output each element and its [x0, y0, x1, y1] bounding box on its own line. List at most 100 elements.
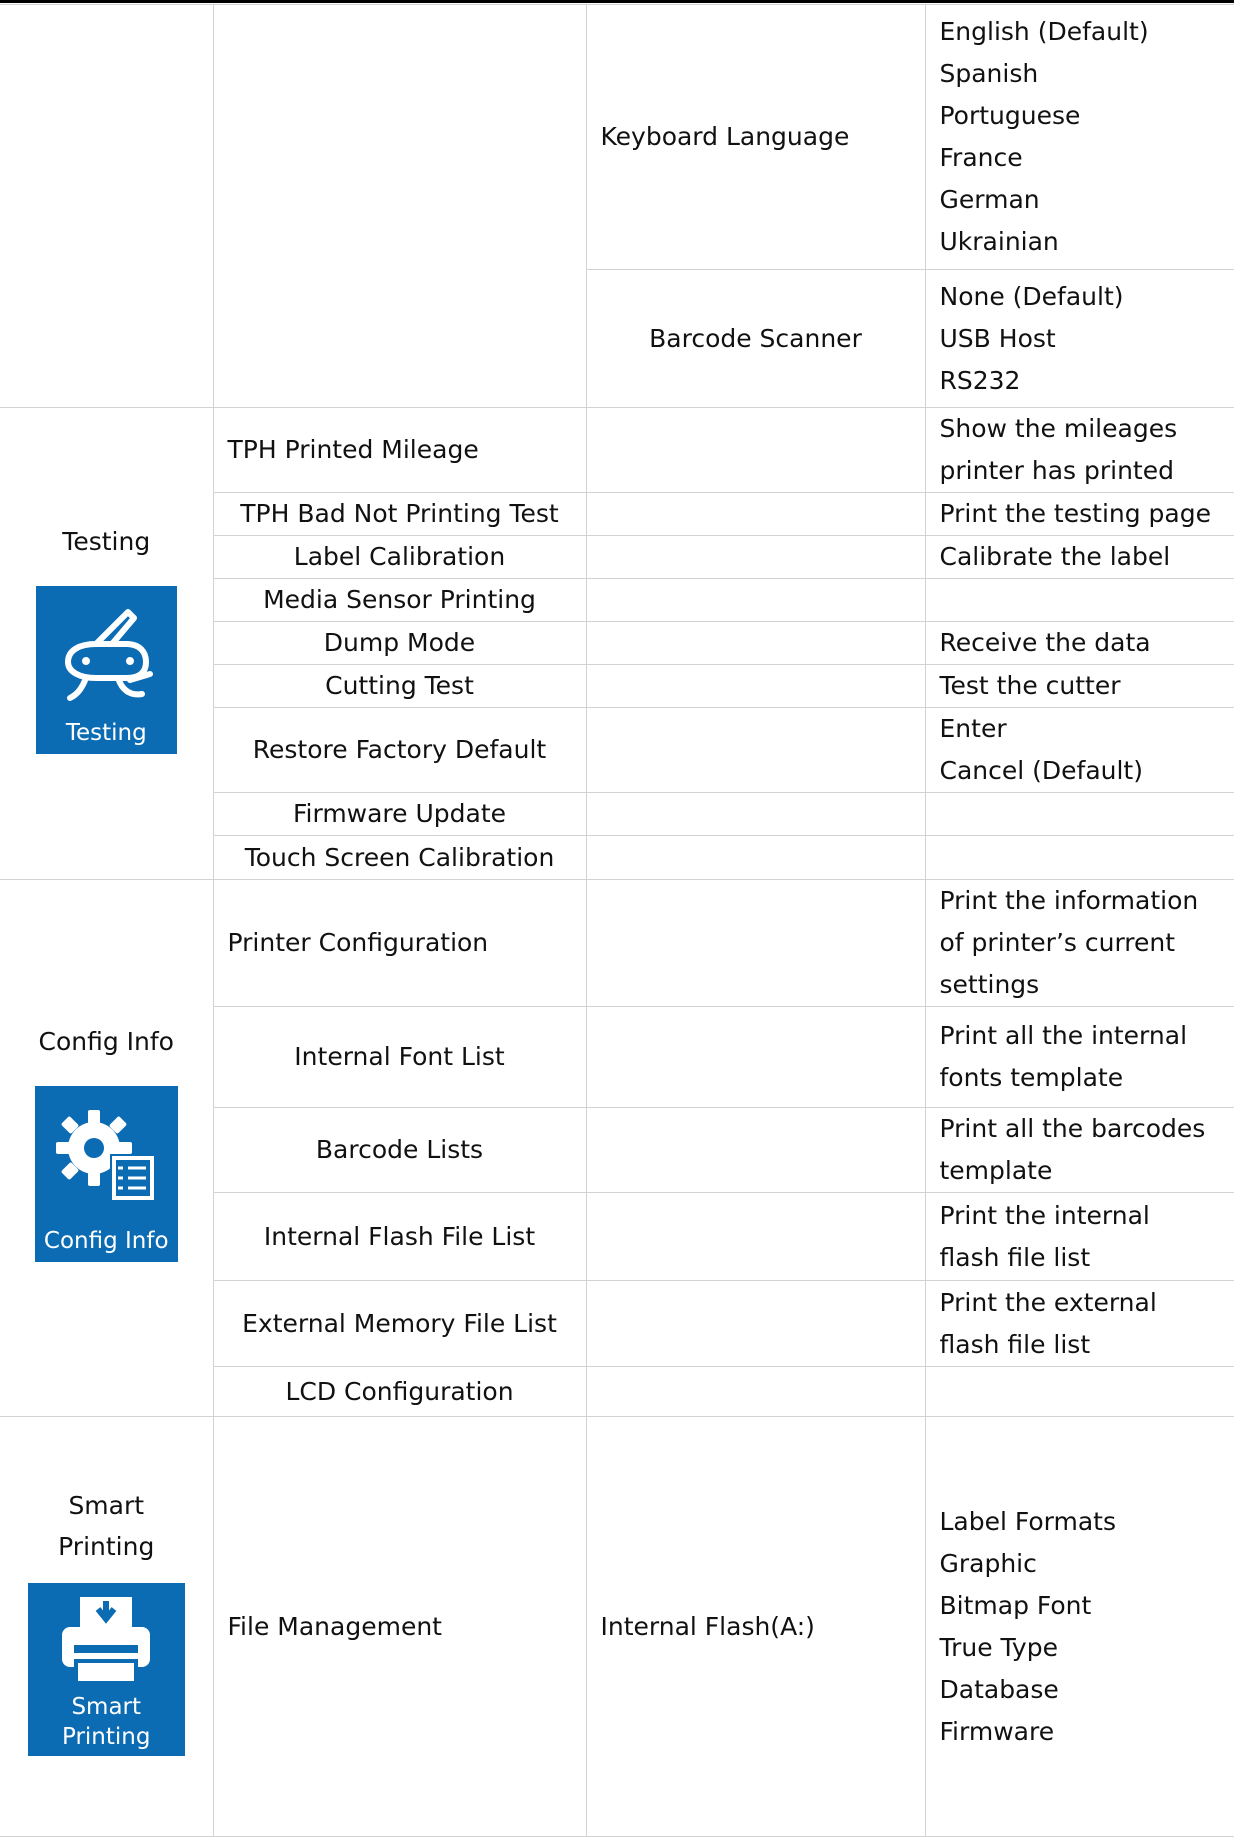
option: Portuguese	[940, 95, 1234, 137]
function-desc: Print the information of printer’s curre…	[925, 880, 1234, 1007]
function-name: Touch Screen Calibration	[213, 836, 586, 880]
function-name: Label Calibration	[213, 536, 586, 579]
setting-empty	[586, 836, 925, 880]
option: USB Host	[940, 318, 1234, 360]
setting-empty	[586, 708, 925, 793]
function-name: TPH Printed Mileage	[213, 408, 586, 493]
menu-table: Keyboard Language English (Default) Span…	[0, 4, 1234, 1837]
function-name: Barcode Lists	[213, 1108, 586, 1193]
option: None (Default)	[940, 276, 1234, 318]
function-name: LCD Configuration	[213, 1367, 586, 1417]
function-name: File Management	[213, 1417, 586, 1837]
file-type-options: Label Formats Graphic Bitmap Font True T…	[925, 1417, 1234, 1837]
option: Ukrainian	[940, 221, 1234, 263]
barcode-scanner-options: None (Default) USB Host RS232	[925, 270, 1234, 408]
desc-line: Enter	[940, 708, 1234, 750]
option: Label Formats	[940, 1501, 1234, 1543]
desc-line: settings	[940, 964, 1234, 1006]
setting-empty	[586, 579, 925, 622]
desc-line: Print all the internal	[940, 1015, 1234, 1057]
setting-empty	[586, 1108, 925, 1193]
setting-empty	[586, 622, 925, 665]
function-desc: Enter Cancel (Default)	[925, 708, 1234, 793]
setting-empty	[586, 1367, 925, 1417]
desc-line: of printer’s current	[940, 922, 1234, 964]
function-name: External Memory File List	[213, 1281, 586, 1367]
tile-label-line: Smart	[28, 1692, 185, 1722]
gear-checklist-icon	[54, 1104, 158, 1208]
option: Bitmap Font	[940, 1585, 1234, 1627]
function-desc-empty	[925, 793, 1234, 836]
option: English (Default)	[940, 11, 1234, 53]
setting-empty	[586, 1281, 925, 1367]
function-desc: Receive the data	[925, 622, 1234, 665]
function-desc: Print the internal flash file list	[925, 1193, 1234, 1281]
table-row: Testing Testing TPH Pri	[0, 408, 1234, 493]
table-row: Keyboard Language English (Default) Span…	[0, 5, 1234, 270]
table-row: Config Info	[0, 880, 1234, 1007]
category-label: Smart	[0, 1485, 213, 1526]
function-name: TPH Bad Not Printing Test	[213, 493, 586, 536]
keyboard-language-options: English (Default) Spanish Portuguese Fra…	[925, 5, 1234, 270]
tile-label: Testing	[36, 718, 177, 748]
testing-tile: Testing	[36, 586, 177, 754]
function-desc: Print all the barcodes template	[925, 1108, 1234, 1193]
option: Spanish	[940, 53, 1234, 95]
option: RS232	[940, 360, 1234, 402]
option: Graphic	[940, 1543, 1234, 1585]
desc-line: Print all the barcodes	[940, 1108, 1234, 1150]
printer-icon	[56, 1593, 156, 1689]
tile-label: Config Info	[35, 1226, 178, 1256]
function-name: Media Sensor Printing	[213, 579, 586, 622]
function-name: Printer Configuration	[213, 880, 586, 1007]
category-cell-empty	[0, 5, 213, 408]
function-desc-empty	[925, 1367, 1234, 1417]
function-name: Internal Font List	[213, 1007, 586, 1108]
setting-keyboard-language: Keyboard Language	[586, 5, 925, 270]
setting-empty	[586, 665, 925, 708]
setting-empty	[586, 493, 925, 536]
setting-barcode-scanner: Barcode Scanner	[586, 270, 925, 408]
function-name: Cutting Test	[213, 665, 586, 708]
function-desc: Calibrate the label	[925, 536, 1234, 579]
desc-line: fonts template	[940, 1057, 1234, 1099]
function-desc: Print the external flash file list	[925, 1281, 1234, 1367]
category-config-info: Config Info	[0, 880, 213, 1417]
category-label: Testing	[0, 521, 213, 562]
option: Database	[940, 1669, 1234, 1711]
desc-line: Cancel (Default)	[940, 750, 1234, 792]
setting-internal-flash: Internal Flash(A:)	[586, 1417, 925, 1837]
desc-line: template	[940, 1150, 1234, 1192]
option: True Type	[940, 1627, 1234, 1669]
category-label: Config Info	[0, 1021, 213, 1062]
table-row: Smart Printing Smart Printing	[0, 1417, 1234, 1837]
desc-line: Print the information	[940, 880, 1234, 922]
function-desc-empty	[925, 836, 1234, 880]
option: France	[940, 137, 1234, 179]
smart-printing-tile: Smart Printing	[28, 1583, 185, 1756]
tile-label-line: Printing	[28, 1722, 185, 1752]
function-cell-empty	[213, 5, 586, 408]
config-info-tile: Config Info	[35, 1086, 178, 1262]
category-testing: Testing Testing	[0, 408, 213, 880]
function-name: Internal Flash File List	[213, 1193, 586, 1281]
function-desc: Show the mileages printer has printed	[925, 408, 1234, 493]
category-label: Printing	[0, 1526, 213, 1567]
desc-line: printer has printed	[940, 450, 1234, 492]
function-desc-empty	[925, 579, 1234, 622]
function-name: Dump Mode	[213, 622, 586, 665]
desc-line: Print the internal	[940, 1195, 1234, 1237]
setting-empty	[586, 1193, 925, 1281]
tile-label: Smart Printing	[28, 1692, 185, 1752]
setting-empty	[586, 880, 925, 1007]
desc-line: flash file list	[940, 1237, 1234, 1279]
desc-line: Print the external	[940, 1282, 1234, 1324]
option: Firmware	[940, 1711, 1234, 1753]
setting-empty	[586, 536, 925, 579]
function-desc: Print all the internal fonts template	[925, 1007, 1234, 1108]
desc-line: Show the mileages	[940, 408, 1234, 450]
setting-empty	[586, 408, 925, 493]
option: German	[940, 179, 1234, 221]
swiss-knife-icon	[56, 604, 156, 704]
desc-line: flash file list	[940, 1324, 1234, 1366]
